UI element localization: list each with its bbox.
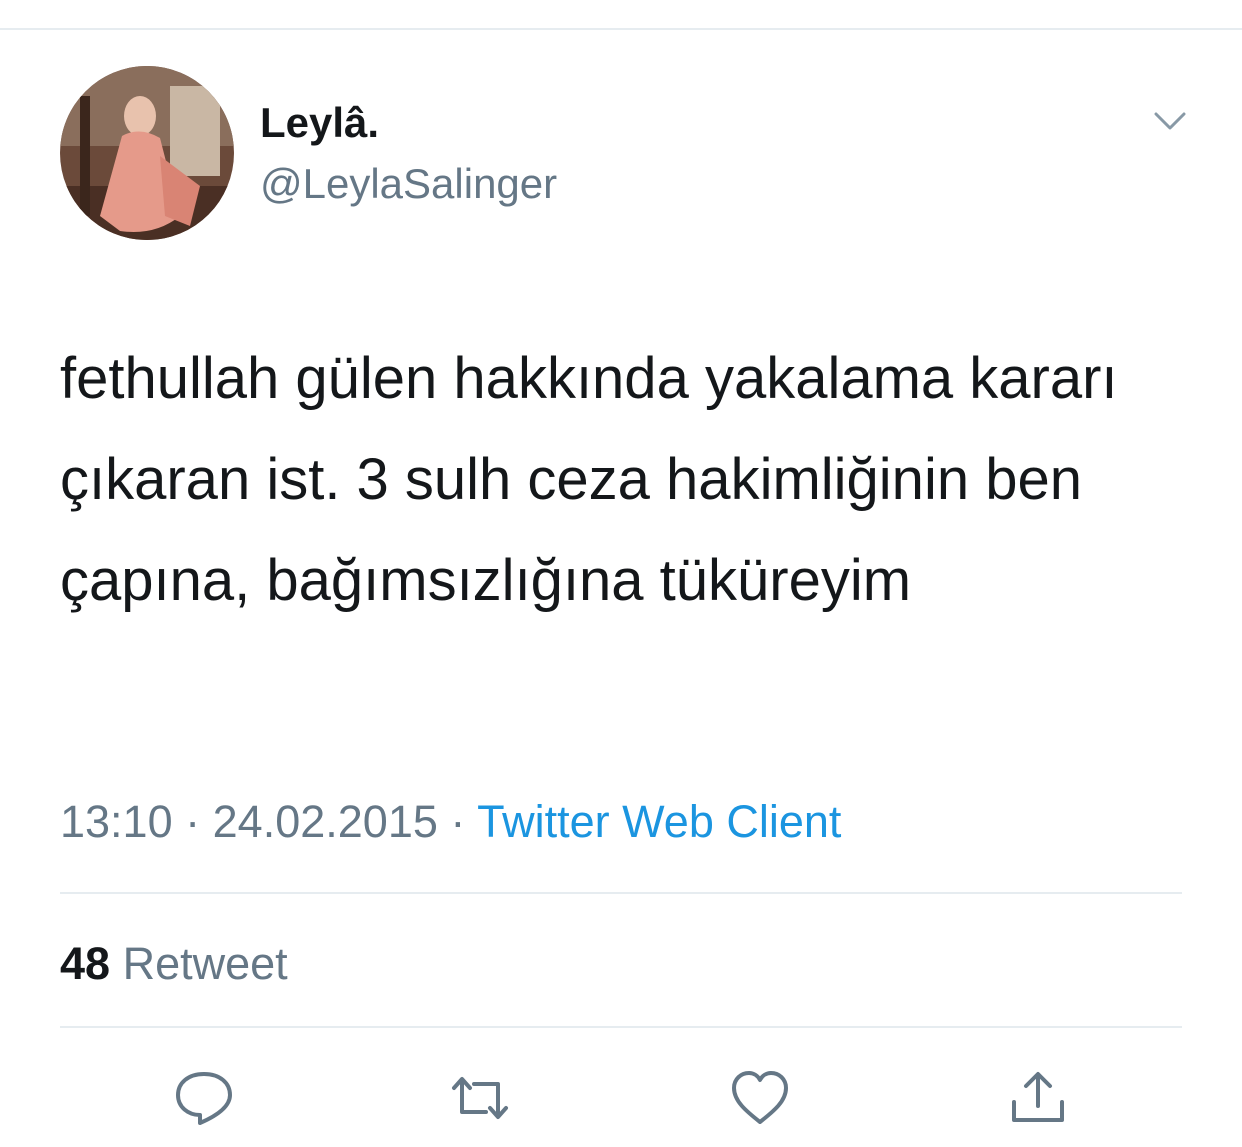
retweet-button[interactable] [448, 1068, 512, 1128]
display-name[interactable]: Leylâ. [260, 97, 379, 149]
heart-icon [732, 1071, 788, 1124]
reply-icon [176, 1072, 232, 1125]
tweet-source-link[interactable]: Twitter Web Client [477, 796, 841, 847]
meta-separator: · [185, 796, 201, 847]
meta-separator: · [450, 796, 466, 847]
tweet-meta: 13:10 · 24.02.2015 · Twitter Web Client [60, 794, 841, 850]
retweet-icon [452, 1077, 508, 1119]
retweet-stats[interactable]: 48 Retweet [60, 936, 288, 992]
top-divider [0, 28, 1242, 30]
tweet-date: 24.02.2015 [212, 796, 438, 847]
chevron-down-icon[interactable] [1150, 106, 1190, 136]
share-button[interactable] [1006, 1068, 1070, 1128]
retweet-label: Retweet [122, 938, 288, 989]
reply-button[interactable] [172, 1068, 236, 1128]
avatar[interactable] [60, 66, 234, 240]
retweet-count: 48 [60, 938, 111, 989]
user-handle[interactable]: @LeylaSalinger [260, 158, 557, 210]
divider [60, 1026, 1182, 1028]
tweet-time: 13:10 [60, 796, 173, 847]
share-icon [1012, 1072, 1064, 1122]
divider [60, 892, 1182, 894]
like-button[interactable] [728, 1068, 792, 1128]
avatar-image [60, 66, 234, 240]
tweet-text: fethullah gülen hakkında yakalama kararı… [60, 346, 1118, 613]
